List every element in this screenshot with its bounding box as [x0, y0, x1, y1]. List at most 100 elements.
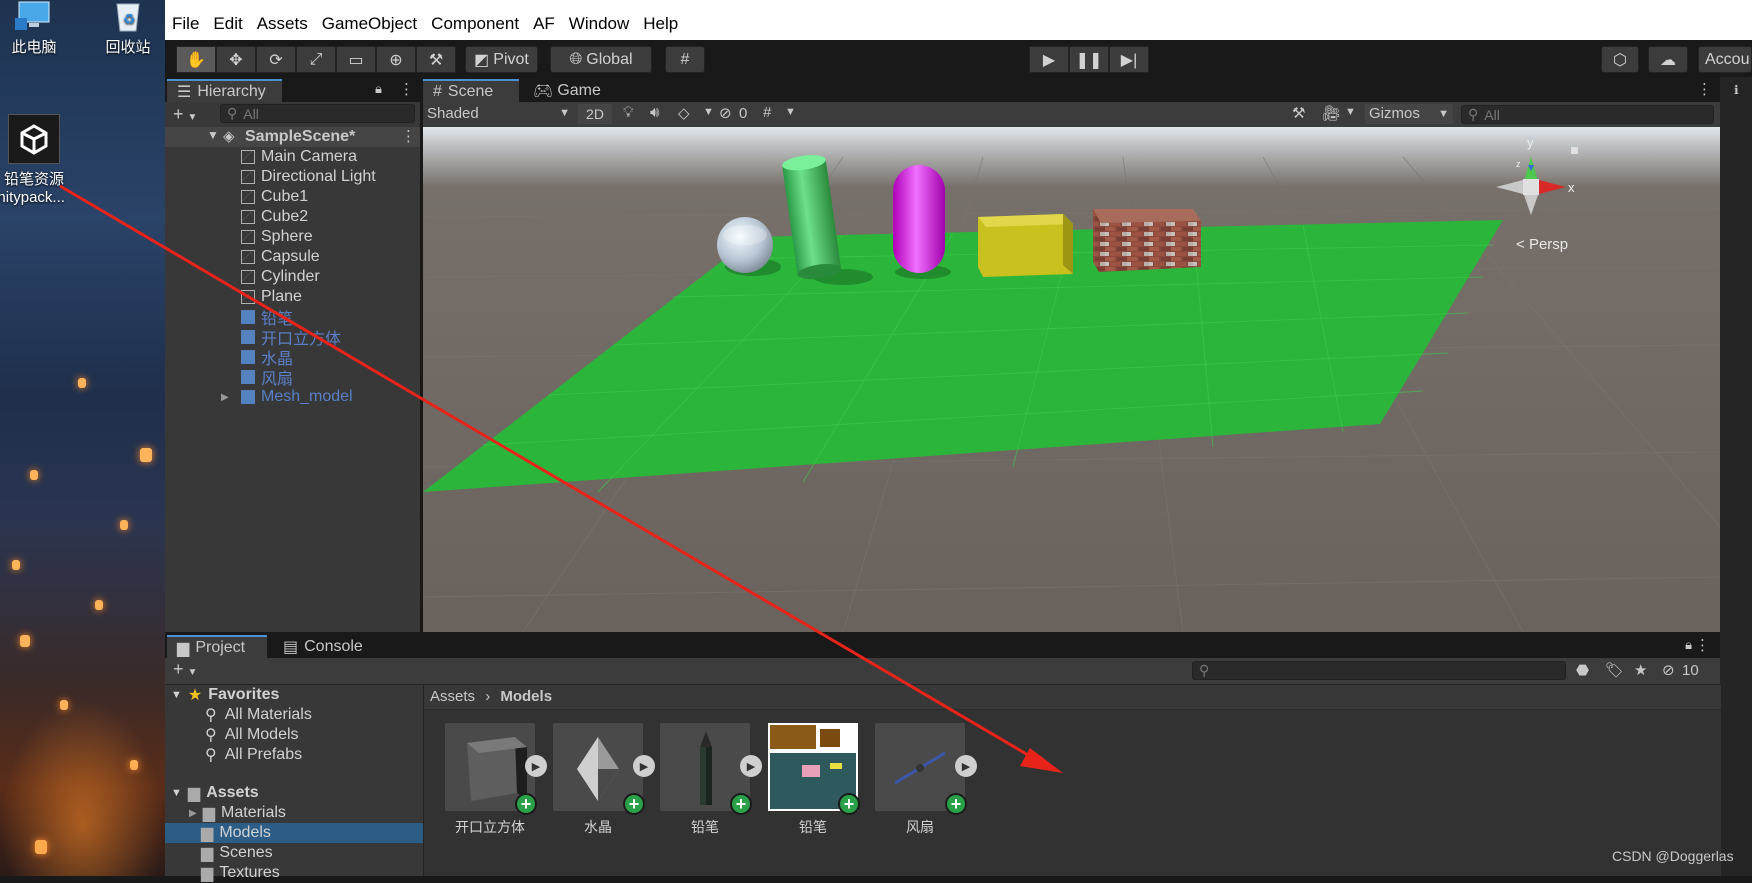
create-button[interactable]: + ▼	[173, 104, 197, 125]
favorite-item[interactable]: ⚲ All Prefabs	[205, 745, 302, 765]
menu-gameobject[interactable]: GameObject	[315, 14, 424, 34]
shading-mode-dropdown[interactable]: Shaded ▼	[427, 105, 572, 123]
hierarchy-item[interactable]: Main Camera	[241, 147, 357, 167]
asset-folder-item[interactable]: ▆ Models	[165, 823, 423, 843]
effects-toggle-icon[interactable]: ◇	[678, 104, 690, 122]
cloud-button[interactable]: ☁	[1648, 46, 1688, 73]
lighting-toggle-icon[interactable]: 💡︎	[623, 104, 634, 121]
hierarchy-item[interactable]: 水晶	[241, 347, 293, 368]
desktop-icon-recycle-bin[interactable]: ♻ 回收站	[88, 0, 168, 57]
rotate-tool-icon[interactable]: ⟳	[256, 46, 296, 73]
hierarchy-item[interactable]: 铅笔	[241, 307, 293, 328]
scale-tool-icon[interactable]: ⤢	[296, 46, 336, 73]
favorite-item[interactable]: ⚲ All Models	[205, 725, 299, 745]
kebab-menu-icon[interactable]: ⋮	[1695, 636, 1710, 654]
desktop-icon-this-pc[interactable]: 此电脑	[0, 0, 74, 57]
hierarchy-item[interactable]: 风扇	[241, 367, 293, 388]
grid-dropdown-icon[interactable]: ▼	[785, 106, 796, 118]
global-toggle-button[interactable]: 🌐︎ Global	[550, 46, 652, 73]
hidden-objects-icon[interactable]: ⊘	[719, 104, 732, 122]
pivot-toggle-button[interactable]: ◩ Pivot	[465, 46, 538, 73]
asset-folder-item[interactable]: ▆ Scenes	[165, 843, 423, 863]
scene-viewport[interactable]: y x z < Persp	[423, 127, 1720, 632]
favorite-item[interactable]: ⚲ All Materials	[205, 705, 312, 725]
menu-af[interactable]: AF	[526, 14, 562, 34]
desktop-icon-unitypackage[interactable]: 铅笔资源 unitypack...	[0, 114, 74, 206]
tab-hierarchy[interactable]: ☰ Hierarchy	[167, 79, 282, 102]
collab-button[interactable]: ⬡	[1601, 46, 1639, 73]
camera-dropdown-icon[interactable]: ▼	[1345, 106, 1356, 118]
custom-tool-icon[interactable]: ⚒	[416, 46, 456, 73]
audio-toggle-icon[interactable]: 🔊︎	[650, 104, 659, 121]
camera-icon[interactable]: 🎥︎	[1322, 104, 1341, 122]
lock-icon[interactable]: 🔒︎	[375, 81, 382, 97]
asset-item[interactable]: ▶ + 开口立方体	[445, 723, 547, 837]
expand-asset-play-icon[interactable]: ▶	[955, 755, 977, 777]
menu-window[interactable]: Window	[562, 14, 636, 34]
favorites-row[interactable]: ▼ ★ Favorites	[171, 685, 279, 705]
create-button[interactable]: + ▼	[173, 659, 197, 680]
expand-asset-play-icon[interactable]: ▶	[740, 755, 762, 777]
breadcrumb-root[interactable]: Assets	[430, 688, 475, 705]
menu-component[interactable]: Component	[424, 14, 526, 34]
asset-item[interactable]: ▶ + 铅笔	[660, 723, 762, 837]
search-by-type-icon[interactable]: ⬣	[1576, 661, 1589, 679]
tab-game[interactable]: 🎮︎ Game	[523, 79, 611, 102]
2d-toggle-button[interactable]: 2D	[578, 104, 612, 124]
label-tag-icon[interactable]: 🏷︎	[1605, 661, 1624, 679]
hand-tool-icon[interactable]: ✋	[176, 46, 216, 73]
hierarchy-item-label: Cylinder	[261, 268, 320, 285]
lock-icon[interactable]: 🔒︎	[1685, 637, 1692, 653]
scene-search-input[interactable]: ⚲ All	[1461, 105, 1714, 124]
asset-item[interactable]: ▶ + 风扇	[875, 723, 977, 837]
assets-row[interactable]: ▼ ▆ Assets	[171, 783, 259, 803]
hierarchy-item[interactable]: Cube2	[241, 207, 308, 227]
expand-asset-play-icon[interactable]: ▶	[633, 755, 655, 777]
scene-kebab-icon[interactable]: ⋮	[1697, 80, 1712, 98]
asset-folder-item[interactable]: ▶ ▆ Materials	[165, 803, 423, 823]
tools-icon[interactable]: ⚒	[1292, 104, 1305, 122]
play-button[interactable]: ▶	[1029, 46, 1069, 73]
hierarchy-item[interactable]: Sphere	[241, 227, 313, 247]
info-icon[interactable]: ℹ	[1734, 83, 1739, 97]
hidden-packages-icon[interactable]: ⊘	[1662, 661, 1675, 679]
pause-button[interactable]: ❚❚	[1069, 46, 1109, 73]
hierarchy-item[interactable]: Cube1	[241, 187, 308, 207]
hierarchy-item[interactable]: 开口立方体	[241, 327, 341, 348]
grid-snap-button[interactable]: #	[665, 46, 705, 73]
expand-asset-play-icon[interactable]: ▶	[525, 755, 547, 777]
hierarchy-search-input[interactable]: ⚲ All	[220, 104, 415, 123]
asset-folder-item[interactable]: ▆ Textures	[165, 863, 423, 883]
expand-arrow-icon[interactable]: ▶	[189, 808, 197, 819]
hierarchy-item[interactable]: Capsule	[241, 247, 320, 267]
move-tool-icon[interactable]: ✥	[216, 46, 256, 73]
project-search-input[interactable]: ⚲	[1192, 661, 1566, 680]
tab-scene[interactable]: # Scene	[423, 79, 519, 102]
scene-row[interactable]: ▼ ◈ SampleScene* ⋮	[165, 127, 420, 147]
tab-console[interactable]: ▤ Console	[273, 635, 373, 658]
gizmos-dropdown[interactable]: Gizmos ▼	[1365, 104, 1453, 124]
breadcrumb-current[interactable]: Models	[500, 688, 552, 705]
rect-tool-icon[interactable]: ▭	[336, 46, 376, 73]
menu-help[interactable]: Help	[636, 14, 685, 34]
step-button[interactable]: ▶|	[1109, 46, 1149, 73]
effects-dropdown-icon[interactable]: ▼	[703, 106, 714, 118]
star-icon[interactable]: ★	[1634, 661, 1647, 679]
hierarchy-item[interactable]: ▶ Mesh_model	[221, 387, 353, 407]
persp-label[interactable]: < Persp	[1516, 236, 1568, 253]
expand-arrow-icon[interactable]: ▶	[221, 392, 229, 403]
asset-item[interactable]: + 铅笔	[768, 723, 860, 837]
kebab-menu-icon[interactable]: ⋮	[399, 80, 414, 98]
account-button[interactable]: Accou	[1698, 46, 1752, 73]
menu-assets[interactable]: Assets	[250, 14, 315, 34]
hierarchy-item[interactable]: Directional Light	[241, 167, 376, 187]
asset-item[interactable]: ▶ + 水晶	[553, 723, 655, 837]
grid-toggle-icon[interactable]: #	[763, 104, 771, 121]
menu-file[interactable]: File	[165, 14, 206, 34]
scene-kebab-icon[interactable]: ⋮	[401, 127, 416, 145]
hierarchy-item[interactable]: Plane	[241, 287, 302, 307]
transform-tool-icon[interactable]: ⊕	[376, 46, 416, 73]
tab-project[interactable]: ▆ Project	[167, 635, 267, 658]
hierarchy-item[interactable]: Cylinder	[241, 267, 320, 287]
menu-edit[interactable]: Edit	[206, 14, 249, 34]
